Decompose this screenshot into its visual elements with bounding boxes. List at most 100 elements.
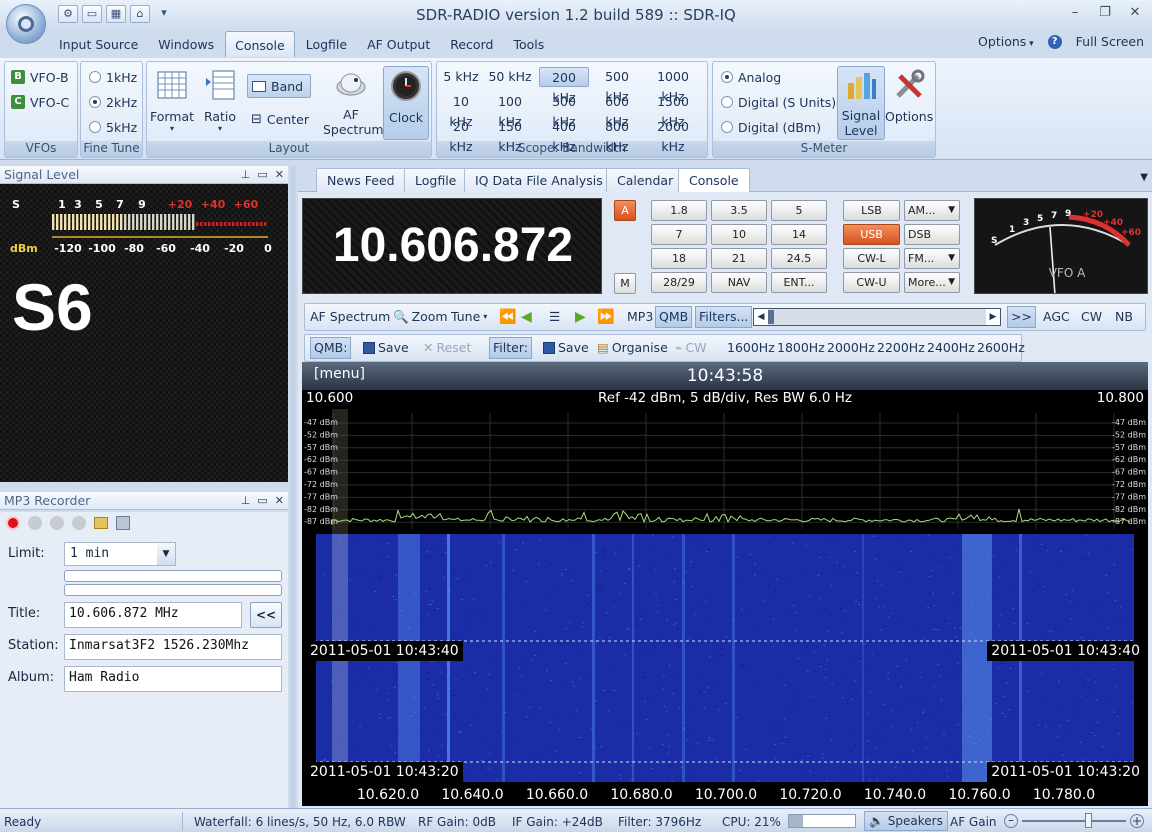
filter-1800[interactable]: 1800Hz xyxy=(777,335,825,361)
waterfall[interactable]: 2011-05-01 10:43:40 2011-05-01 10:43:40 … xyxy=(302,534,1148,782)
application-menu-button[interactable] xyxy=(6,4,46,44)
filters-button[interactable]: Filters... xyxy=(695,306,753,328)
finetune-2khz[interactable]: 2kHz xyxy=(89,91,137,113)
memory-button[interactable]: M xyxy=(614,273,636,294)
tab-tools[interactable]: Tools xyxy=(504,31,553,57)
band-key-245[interactable]: 24.5 xyxy=(771,248,827,269)
speakers-button[interactable]: 🔈 Speakers xyxy=(864,811,948,831)
filter-2600[interactable]: 2600Hz xyxy=(977,335,1025,361)
close-icon[interactable]: ✕ xyxy=(275,166,284,184)
scroll-thumb[interactable] xyxy=(768,310,774,324)
cw-button[interactable]: CW xyxy=(1081,304,1102,330)
float-icon[interactable]: ▭ xyxy=(257,492,267,510)
bandwidth-500-khz[interactable]: 500 kHz xyxy=(593,67,641,104)
mode-usb[interactable]: USB xyxy=(843,224,900,245)
mode-dsb[interactable]: DSB xyxy=(904,224,960,245)
frequency-display[interactable]: 10.606.872 xyxy=(302,198,602,294)
af-gain-slider[interactable] xyxy=(1022,820,1126,822)
ratio-button[interactable]: Ratio ▾ xyxy=(197,66,243,140)
filter-save-button[interactable]: Save xyxy=(543,335,589,361)
mp3-button[interactable]: MP3 xyxy=(627,304,653,330)
folder-icon[interactable] xyxy=(94,517,108,529)
band-key-2829[interactable]: 28/29 xyxy=(651,272,707,293)
zoom-button[interactable]: 🔍 Zoom xyxy=(393,304,448,330)
restore-button[interactable]: ❐ xyxy=(1094,4,1116,22)
pin-icon[interactable]: ⊥ xyxy=(241,492,251,510)
bandwidth-10-khz[interactable]: 10 kHz xyxy=(441,92,481,129)
band-key-35[interactable]: 3.5 xyxy=(711,200,767,221)
float-icon[interactable]: ▭ xyxy=(257,166,267,184)
tab-windows[interactable]: Windows xyxy=(149,31,223,57)
mode-cwu[interactable]: CW-U xyxy=(843,272,900,293)
bandwidth-300-khz[interactable]: 300 kHz xyxy=(539,92,589,129)
band-button[interactable]: Band xyxy=(247,74,311,98)
band-key-14[interactable]: 14 xyxy=(771,224,827,245)
qmb-save-button[interactable]: Save xyxy=(363,335,409,361)
splitter[interactable] xyxy=(290,166,296,808)
record-icon[interactable] xyxy=(6,516,20,530)
bandwidth-1500-khz[interactable]: 1500 kHz xyxy=(645,92,701,129)
tab-af-output[interactable]: AF Output xyxy=(358,31,439,57)
minimize-button[interactable]: – xyxy=(1064,4,1086,22)
smeter-digital-dbm[interactable]: Digital (dBm) xyxy=(721,116,821,138)
bandwidth-50-khz[interactable]: 50 kHz xyxy=(487,67,533,87)
tab-logfile[interactable]: Logfile xyxy=(297,31,356,57)
album-field[interactable]: Ham Radio xyxy=(64,666,282,692)
filter-1600[interactable]: 1600Hz xyxy=(727,335,775,361)
filter-2000[interactable]: 2000Hz xyxy=(827,335,875,361)
af-spectrum-toggle[interactable]: AF Spectrum xyxy=(310,304,390,330)
fast-forward-icon[interactable]: ⏩ xyxy=(597,304,614,330)
mode-cwl[interactable]: CW-L xyxy=(843,248,900,269)
chevron-down-icon[interactable]: ▼ xyxy=(157,543,175,565)
bandwidth-600-khz[interactable]: 600 kHz xyxy=(593,92,641,129)
play-icon[interactable] xyxy=(72,516,86,530)
mode-lsb[interactable]: LSB xyxy=(843,200,900,221)
forward-icon[interactable]: ▶ xyxy=(575,304,586,330)
filter-2400[interactable]: 2400Hz xyxy=(927,335,975,361)
fast-back-icon[interactable]: ⏪ xyxy=(499,304,516,330)
finetune-5khz[interactable]: 5kHz xyxy=(89,116,137,138)
tab-calendar[interactable]: Calendar xyxy=(606,168,685,192)
format-button[interactable]: Format ▾ xyxy=(149,66,195,140)
tab-console-doc[interactable]: Console xyxy=(678,168,750,193)
back-icon[interactable]: ◀ xyxy=(521,304,532,330)
station-field[interactable]: Inmarsat3F2 1526.230Mhz xyxy=(64,634,282,660)
title-field[interactable]: 10.606.872 MHz xyxy=(64,602,242,628)
bandwidth-100-khz[interactable]: 100 kHz xyxy=(487,92,533,129)
smeter-digital-s[interactable]: Digital (S Units) xyxy=(721,91,836,113)
af-gain-decrease-icon[interactable]: – xyxy=(1004,814,1018,828)
spectrum-plot[interactable]: -47 dBm -47 dBm -52 dBm -52 dBm -57 dBm -57 d… xyxy=(302,409,1148,534)
full-screen-button[interactable]: Full Screen xyxy=(1076,34,1144,49)
filter-cw-button[interactable]: ⌁ CW xyxy=(675,335,707,361)
band-key-ent[interactable]: ENT... xyxy=(771,272,827,293)
stop-icon[interactable] xyxy=(28,516,42,530)
vfo-c-button[interactable]: C VFO-C xyxy=(11,91,69,113)
close-icon[interactable]: ✕ xyxy=(275,492,284,510)
bandwidth-5-khz[interactable]: 5 kHz xyxy=(441,67,481,87)
band-key-nav[interactable]: NAV xyxy=(711,272,767,293)
band-key-21[interactable]: 21 xyxy=(711,248,767,269)
bandwidth-150-khz[interactable]: 150 kHz xyxy=(487,117,533,154)
af-spectrum-button[interactable]: AF Spectrum xyxy=(323,66,384,140)
tab-list-chevron-icon[interactable]: ▼ xyxy=(1140,172,1148,183)
bandwidth-20-khz[interactable]: 20 kHz xyxy=(441,117,481,154)
more-button[interactable]: >> xyxy=(1007,306,1036,328)
scroll-right-icon[interactable]: ▶ xyxy=(986,309,1000,325)
bandwidth-2000-khz[interactable]: 2000 kHz xyxy=(645,117,701,154)
agc-button[interactable]: AGC xyxy=(1043,304,1070,330)
clock-button[interactable]: Clock xyxy=(383,66,429,140)
finetune-1khz[interactable]: 1kHz xyxy=(89,66,137,88)
tab-iq-data[interactable]: IQ Data File Analysis xyxy=(464,168,614,192)
rewind-icon[interactable] xyxy=(50,516,64,530)
vfo-a-button[interactable]: A xyxy=(614,200,636,221)
vfo-b-button[interactable]: B VFO-B xyxy=(11,66,69,88)
filter-2200[interactable]: 2200Hz xyxy=(877,335,925,361)
organise-button[interactable]: ▤ Organise xyxy=(597,335,668,361)
band-key-5[interactable]: 5 xyxy=(771,200,827,221)
band-key-7[interactable]: 7 xyxy=(651,224,707,245)
smeter-analog[interactable]: Analog xyxy=(721,66,781,88)
pin-icon[interactable]: ⊥ xyxy=(241,166,251,184)
tab-input-source[interactable]: Input Source xyxy=(50,31,147,57)
mode-fm[interactable]: FM... ▼ xyxy=(904,248,960,269)
settings-icon[interactable] xyxy=(116,516,130,530)
